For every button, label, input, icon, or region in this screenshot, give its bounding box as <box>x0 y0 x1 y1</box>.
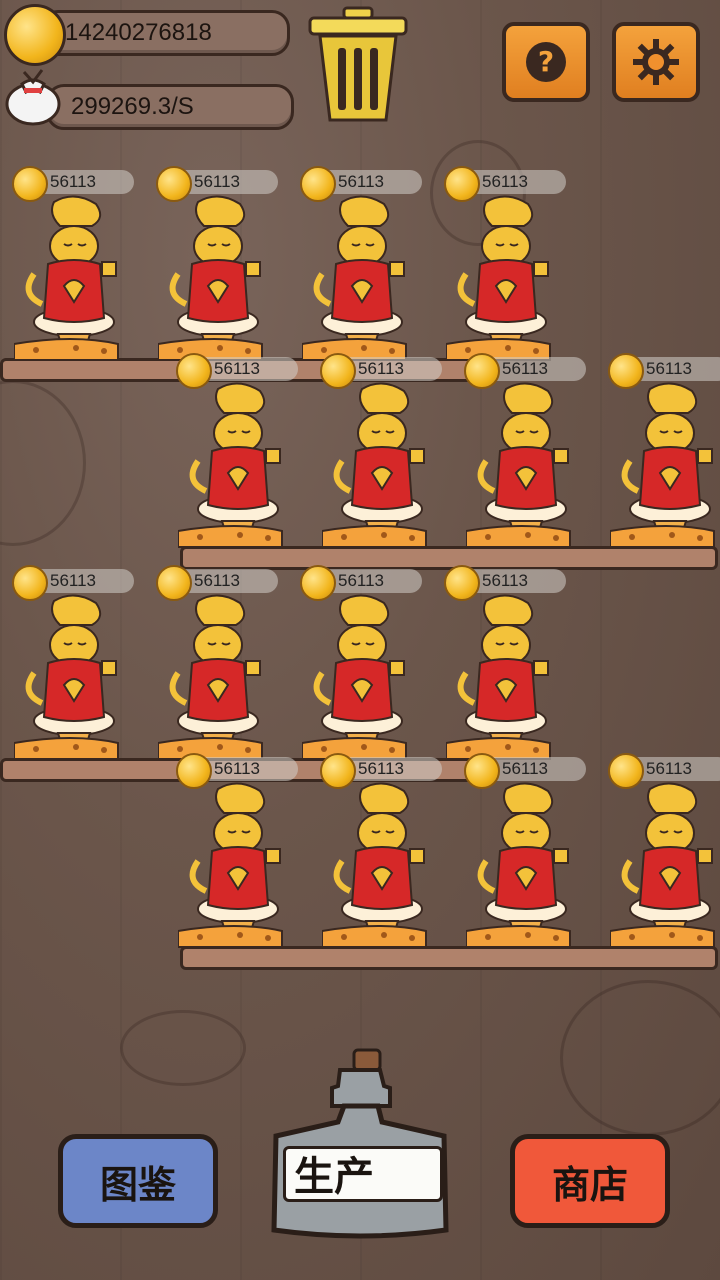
cat-slot[interactable]: 56113 <box>156 565 288 769</box>
cat-earning-value: 56113 <box>50 172 97 191</box>
cat-figure-icon <box>610 782 715 948</box>
cat-earning-value: 56113 <box>482 571 529 590</box>
collection-button-label: 图鉴 <box>99 1162 176 1207</box>
cat-figure-icon <box>466 382 571 548</box>
cat-slot[interactable]: 56113 <box>320 353 452 557</box>
question-mark-icon: ? <box>526 42 566 82</box>
cat-slot[interactable]: 56113 <box>608 753 720 957</box>
produce-button-label: 生产 <box>294 1154 374 1200</box>
cat-slot[interactable]: 56113 <box>300 565 432 769</box>
cat-slot[interactable]: 56113 <box>320 753 452 957</box>
cat-slot[interactable]: 56113 <box>444 565 576 769</box>
cat-figure-icon <box>178 382 283 548</box>
cat-earning-value: 56113 <box>646 359 693 378</box>
cat-earning-value: 56113 <box>482 172 529 191</box>
cat-earning-value: 56113 <box>214 359 261 378</box>
cat-earning-value: 56113 <box>358 359 405 378</box>
cat-figure-icon <box>14 594 119 760</box>
cat-earning-value: 56113 <box>194 571 241 590</box>
gear-icon <box>633 39 679 85</box>
cat-figure-icon <box>446 594 551 760</box>
shop-button-label: 商店 <box>551 1162 628 1207</box>
collection-button[interactable]: 图鉴 <box>58 1134 218 1228</box>
cat-earning-value: 56113 <box>214 759 261 778</box>
cat-slot[interactable]: 56113 <box>300 166 432 370</box>
cat-earning-value: 56113 <box>502 759 549 778</box>
cat-figure-icon <box>322 382 427 548</box>
income-rate-text: 299269.3/S <box>71 93 194 120</box>
cat-slot[interactable]: 56113 <box>464 353 596 557</box>
cat-earning-value: 56113 <box>358 759 405 778</box>
coin-count-text: 14240276818 <box>65 19 212 46</box>
cat-slot[interactable]: 56113 <box>444 166 576 370</box>
produce-button[interactable]: 生产 <box>283 1146 443 1202</box>
cat-slot[interactable]: 56113 <box>12 565 144 769</box>
cat-figure-icon <box>302 594 407 760</box>
cat-earning-value: 56113 <box>502 359 549 378</box>
cat-figure-icon <box>466 782 571 948</box>
trash-can-icon[interactable] <box>306 6 410 124</box>
cat-figure-icon <box>302 195 407 361</box>
cat-figure-icon <box>322 782 427 948</box>
cat-slot[interactable]: 56113 <box>176 353 308 557</box>
cat-earning-value: 56113 <box>338 172 385 191</box>
settings-button[interactable] <box>612 22 700 102</box>
cat-figure-icon <box>178 782 283 948</box>
cat-figure-icon <box>158 594 263 760</box>
cat-figure-icon <box>158 195 263 361</box>
cat-earning-value: 56113 <box>194 172 241 191</box>
cat-earning-value: 56113 <box>50 571 97 590</box>
cat-slot[interactable]: 56113 <box>464 753 596 957</box>
help-button[interactable]: ? <box>502 22 590 102</box>
cat-slot[interactable]: 56113 <box>12 166 144 370</box>
shop-button[interactable]: 商店 <box>510 1134 670 1228</box>
cat-figure-icon <box>14 195 119 361</box>
svg-text:?: ? <box>538 45 554 78</box>
coin-counter: 14240276818 <box>40 10 290 56</box>
cat-earning-value: 56113 <box>646 759 693 778</box>
coin-icon <box>4 4 66 66</box>
cat-figure-icon <box>610 382 715 548</box>
cat-slot[interactable]: 56113 <box>608 353 720 557</box>
cat-figure-icon <box>446 195 551 361</box>
money-bag-icon <box>5 69 61 126</box>
cat-slot[interactable]: 56113 <box>156 166 288 370</box>
income-rate: 299269.3/S <box>46 84 294 130</box>
cat-slot[interactable]: 56113 <box>176 753 308 957</box>
cat-earning-value: 56113 <box>338 571 385 590</box>
